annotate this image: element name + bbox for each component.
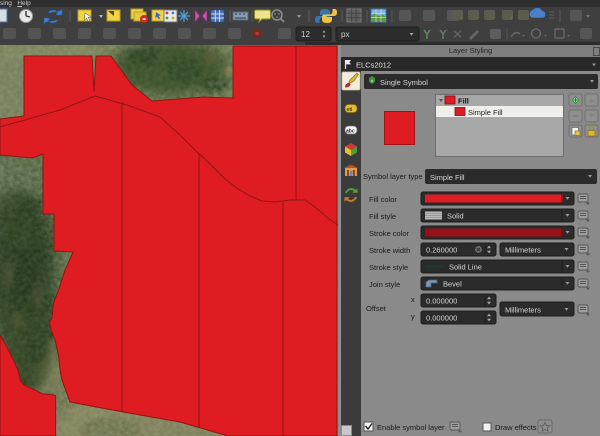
svg-text:Offset: Offset: [366, 304, 387, 313]
svg-text:Stroke color: Stroke color: [369, 229, 410, 238]
svg-text:Millimeters: Millimeters: [505, 306, 541, 315]
svg-text:eti: eti: [347, 107, 353, 113]
svg-text:y: y: [411, 312, 415, 321]
svg-text:Fill style: Fill style: [369, 212, 396, 221]
svg-text:Fill: Fill: [458, 97, 469, 106]
svg-text:Enable symbol layer: Enable symbol layer: [377, 423, 445, 432]
svg-text:Simple Fill: Simple Fill: [430, 173, 465, 182]
svg-text:Millimeters: Millimeters: [505, 246, 541, 255]
svg-text:Draw effects: Draw effects: [495, 423, 537, 432]
svg-text:Solid: Solid: [447, 212, 464, 221]
svg-text:px: px: [341, 30, 349, 39]
svg-text:Solid Line: Solid Line: [449, 263, 482, 272]
svg-text:abc: abc: [346, 129, 355, 135]
svg-text:0.260000: 0.260000: [426, 246, 457, 255]
svg-text:Stroke style: Stroke style: [369, 263, 408, 272]
svg-text:ELCs2012: ELCs2012: [356, 61, 391, 70]
svg-text:Fill color: Fill color: [369, 195, 397, 204]
svg-text:0.000000: 0.000000: [426, 314, 457, 323]
svg-text:12: 12: [301, 30, 310, 39]
svg-text:x: x: [411, 295, 415, 304]
svg-text:Bevel: Bevel: [443, 280, 462, 289]
svg-text:Stroke width: Stroke width: [369, 246, 410, 255]
svg-text:Join style: Join style: [369, 280, 400, 289]
svg-text:Simple Fill: Simple Fill: [468, 108, 503, 117]
svg-text:Single Symbol: Single Symbol: [380, 78, 428, 87]
svg-text:0.000000: 0.000000: [426, 297, 457, 306]
